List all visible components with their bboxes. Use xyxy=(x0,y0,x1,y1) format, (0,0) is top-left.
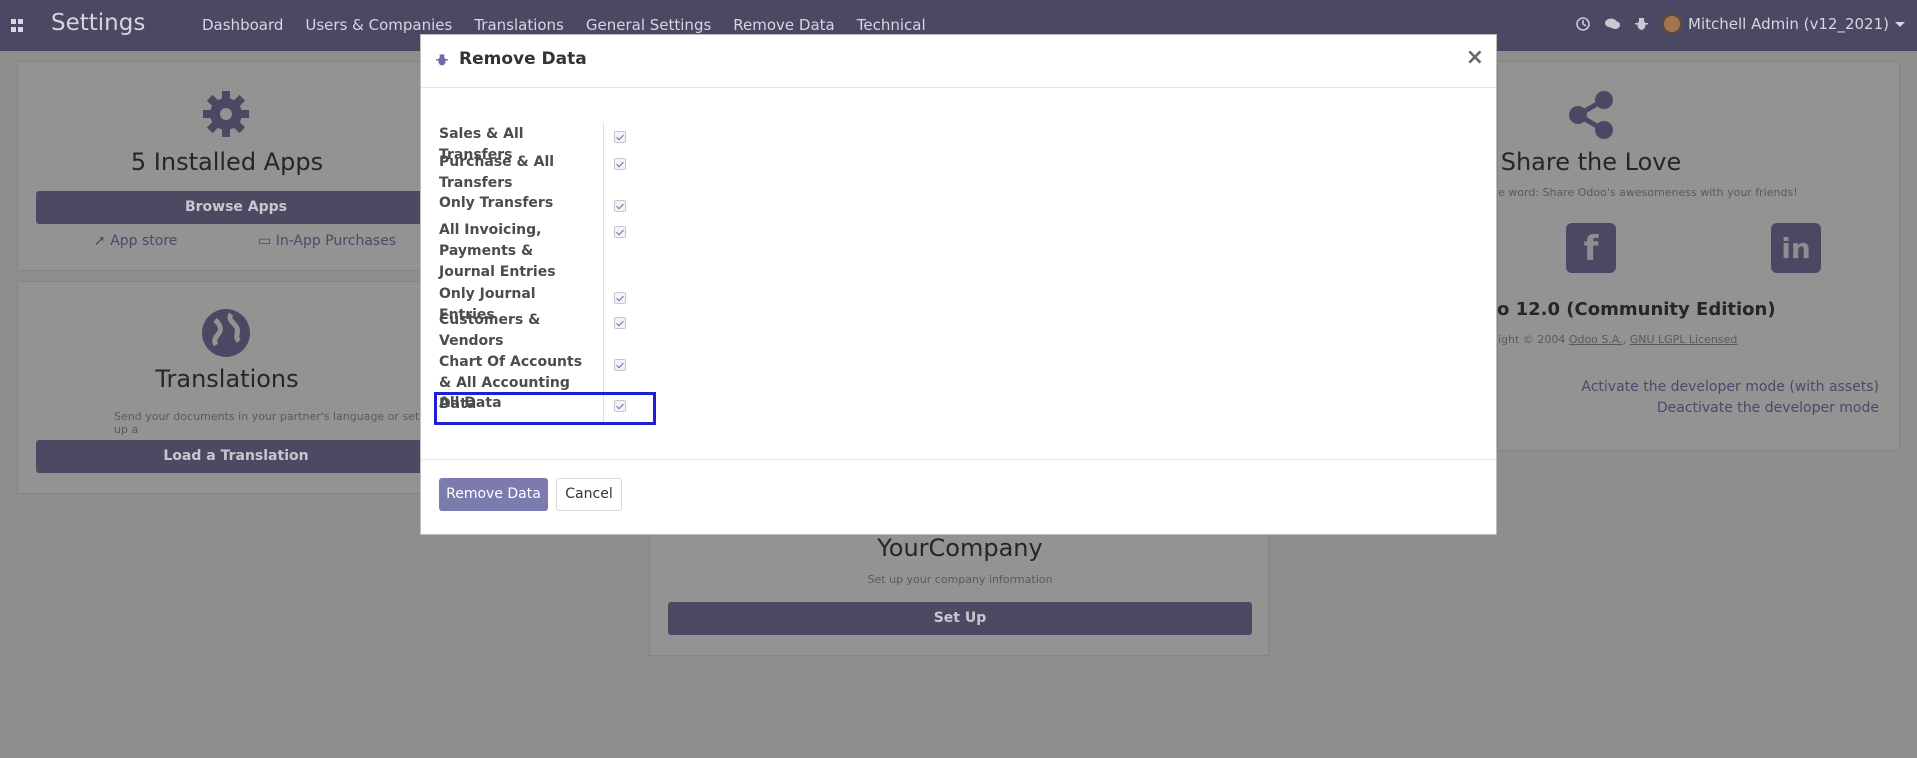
facebook-icon[interactable]: f xyxy=(1566,223,1616,273)
checkbox-invoicing[interactable] xyxy=(614,226,626,238)
menu-users-companies[interactable]: Users & Companies xyxy=(305,16,452,34)
modal-title: Remove Data xyxy=(459,49,587,69)
cancel-button[interactable]: Cancel xyxy=(556,478,622,511)
in-app-label: In-App Purchases xyxy=(275,233,397,249)
menu-translations[interactable]: Translations xyxy=(474,16,564,34)
license-link[interactable]: GNU LGPL Licensed xyxy=(1630,333,1738,346)
company-card: YourCompany Set up your company informat… xyxy=(649,531,1269,656)
dev-mode-deactivate-link[interactable]: Deactivate the developer mode xyxy=(1657,400,1879,416)
user-menu[interactable]: Mitchell Admin (v12_2021) xyxy=(1662,14,1905,34)
apps-card: 5 Installed Apps Browse Apps ➚ App store… xyxy=(17,61,436,271)
share-title: Share the Love xyxy=(1500,148,1682,176)
money-icon: ▭ xyxy=(258,233,272,249)
edition-text: o 12.0 (Community Edition) xyxy=(1497,299,1776,320)
app-store-link[interactable]: ➚ App store xyxy=(94,233,177,249)
field-label-purchase-transfers: Purchase & All Transfers xyxy=(439,154,555,191)
form-divider xyxy=(603,123,604,423)
apps-menu-icon[interactable] xyxy=(11,19,24,32)
app-store-label: App store xyxy=(110,233,178,249)
share-icon xyxy=(1566,90,1616,140)
copyright-label: ight © 2004 xyxy=(1498,333,1566,346)
share-desc: e word: Share Odoo's awesomeness with yo… xyxy=(1498,186,1798,199)
menu-general-settings[interactable]: General Settings xyxy=(586,16,711,34)
checkbox-sales-transfers[interactable] xyxy=(614,131,626,143)
translations-desc: Send your documents in your partner's la… xyxy=(114,410,420,436)
browse-apps-button[interactable]: Browse Apps xyxy=(36,191,436,224)
company-desc: Set up your company information xyxy=(867,573,1053,586)
checkbox-chart-accounts[interactable] xyxy=(614,359,626,371)
set-up-button[interactable]: Set Up xyxy=(668,602,1252,635)
translations-title: Translations xyxy=(155,365,299,393)
bug-icon[interactable] xyxy=(1635,17,1648,31)
checkbox-journal-entries[interactable] xyxy=(614,292,626,304)
modal-header: Remove Data × xyxy=(421,35,1496,88)
load-translation-button[interactable]: Load a Translation xyxy=(36,440,436,473)
odoo-sa-link[interactable]: Odoo S.A. xyxy=(1569,333,1623,346)
menu-dashboard[interactable]: Dashboard xyxy=(202,16,283,34)
field-label-only-transfers: Only Transfers xyxy=(439,195,554,211)
remove-data-dialog: Remove Data × Sales & All Transfers Purc… xyxy=(420,34,1497,535)
translations-card: Translations Send your documents in your… xyxy=(17,281,436,494)
menu-technical[interactable]: Technical xyxy=(857,16,926,34)
dev-mode-assets-link[interactable]: Activate the developer mode (with assets… xyxy=(1581,379,1879,395)
linkedin-icon[interactable]: in xyxy=(1771,223,1821,273)
gear-icon xyxy=(201,89,251,139)
modal-footer-divider xyxy=(421,459,1496,460)
systray: Mitchell Admin (v12_2021) xyxy=(1576,14,1905,34)
checkbox-only-transfers[interactable] xyxy=(614,200,626,212)
menu-remove-data[interactable]: Remove Data xyxy=(733,16,834,34)
field-label-invoicing: All Invoicing, Payments & Journal Entrie… xyxy=(439,222,556,280)
chat-icon[interactable] xyxy=(1604,17,1621,31)
apps-title: 5 Installed Apps xyxy=(130,148,324,176)
selection-highlight xyxy=(434,392,656,425)
checkbox-customers-vendors[interactable] xyxy=(614,317,626,329)
copyright-text: ight © 2004 Odoo S.A., GNU LGPL Licensed xyxy=(1498,333,1738,346)
checkbox-purchase-transfers[interactable] xyxy=(614,158,626,170)
bug-icon xyxy=(436,53,448,67)
field-label-customers-vendors: Customers & Vendors xyxy=(439,312,541,349)
user-name: Mitchell Admin (v12_2021) xyxy=(1688,15,1889,33)
globe-icon xyxy=(201,308,251,358)
chevron-down-icon xyxy=(1895,21,1905,27)
clock-icon[interactable] xyxy=(1576,17,1590,31)
in-app-purchases-link[interactable]: ▭ In-App Purchases xyxy=(258,233,396,249)
app-title: Settings xyxy=(51,10,146,36)
company-title: YourCompany xyxy=(877,534,1043,562)
rocket-icon: ➚ xyxy=(94,233,106,249)
share-card: Share the Love e word: Share Odoo's awes… xyxy=(1497,61,1900,451)
remove-data-button[interactable]: Remove Data xyxy=(439,478,548,511)
avatar xyxy=(1662,14,1682,34)
close-icon[interactable]: × xyxy=(1466,45,1484,70)
main-menu: Dashboard Users & Companies Translations… xyxy=(202,16,926,34)
